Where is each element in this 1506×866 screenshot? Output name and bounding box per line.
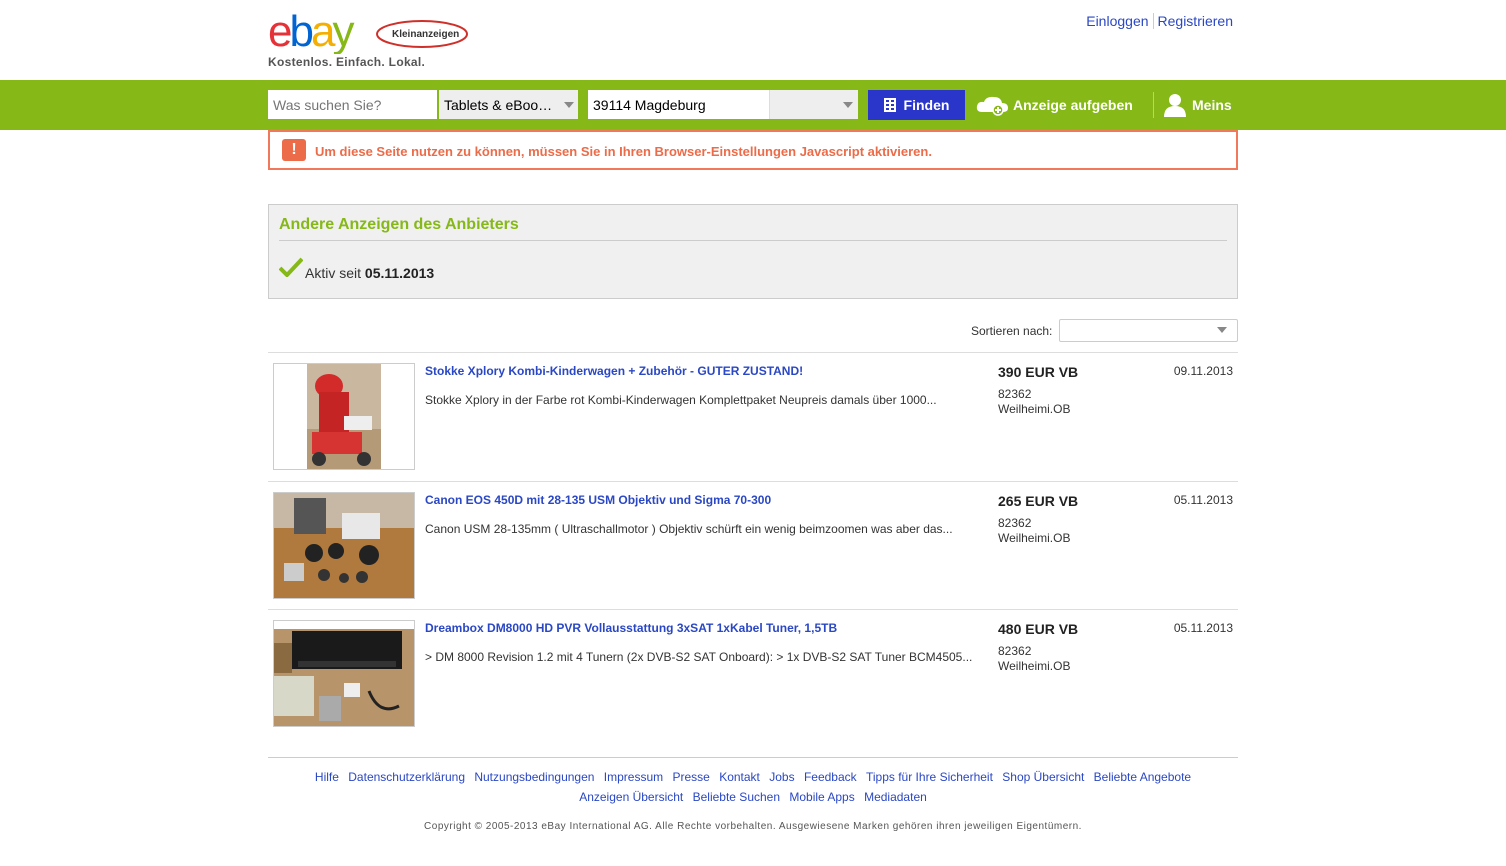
listing-thumbnail[interactable]: [273, 363, 415, 470]
sort-label: Sortieren nach:: [971, 324, 1053, 338]
chevron-down-icon: [843, 102, 853, 108]
header: ebay Kleinanzeigen Kostenlos. Einfach. L…: [0, 0, 1506, 80]
footer-link-impressum[interactable]: Impressum: [604, 770, 663, 784]
ebay-kleinanzeigen-logo[interactable]: ebay Kleinanzeigen: [268, 7, 473, 56]
tagline: Kostenlos. Einfach. Lokal.: [268, 55, 426, 69]
listing-date: 05.11.2013: [1173, 493, 1233, 507]
javascript-alert: ! Um diese Seite nutzen zu können, müsse…: [268, 130, 1238, 170]
listing-thumbnail[interactable]: [273, 492, 415, 599]
user-icon: [1164, 94, 1186, 117]
listing-city: Weilheimi.OB: [998, 531, 1071, 545]
checkmark-icon: [279, 257, 303, 277]
divider: [1152, 13, 1154, 29]
search-grid-icon: [883, 98, 896, 112]
cloud-plus-icon: [976, 96, 1008, 116]
post-ad-link[interactable]: Anzeige aufgeben: [1013, 97, 1133, 113]
footer-link-jobs[interactable]: Jobs: [769, 770, 794, 784]
warning-icon: !: [282, 139, 306, 161]
footer-link-beliebte-suchen[interactable]: Beliebte Suchen: [693, 790, 780, 804]
footer-link-mediadaten[interactable]: Mediadaten: [864, 790, 927, 804]
find-label: Finden: [903, 97, 950, 113]
register-link[interactable]: Registrieren: [1158, 13, 1233, 29]
footer-links-row1: Hilfe Datenschutzerklärung Nutzungsbedin…: [268, 770, 1238, 784]
footer-link-datenschutz[interactable]: Datenschutzerklärung: [348, 770, 465, 784]
seller-heading: Andere Anzeigen des Anbieters: [279, 216, 519, 233]
active-label: Aktiv seit: [305, 265, 362, 281]
listing-title[interactable]: Canon EOS 450D mit 28-135 USM Objektiv u…: [425, 493, 771, 507]
category-value: Tablets & eBoo…: [444, 97, 553, 113]
alert-message: Um diese Seite nutzen zu können, müssen …: [315, 144, 932, 159]
listing-row[interactable]: Canon EOS 450D mit 28-135 USM Objektiv u…: [268, 481, 1238, 610]
listing-description: > DM 8000 Revision 1.2 mit 4 Tunern (2x …: [425, 650, 973, 664]
listing-city: Weilheimi.OB: [998, 659, 1071, 673]
listing-description: Stokke Xplory in der Farbe rot Kombi-Kin…: [425, 393, 937, 407]
listing-date: 05.11.2013: [1173, 621, 1233, 635]
listing-row[interactable]: Stokke Xplory Kombi-Kinderwagen + Zubehö…: [268, 352, 1238, 481]
listing-title[interactable]: Dreambox DM8000 HD PVR Vollausstattung 3…: [425, 621, 837, 635]
footer-link-shop-uebersicht[interactable]: Shop Übersicht: [1002, 770, 1084, 784]
footer-link-feedback[interactable]: Feedback: [804, 770, 857, 784]
listing-zip: 82362: [998, 516, 1032, 530]
active-date: 05.11.2013: [364, 265, 435, 281]
logo-badge: Kleinanzeigen: [392, 29, 460, 40]
copyright: Copyright © 2005-2013 eBay International…: [424, 821, 1082, 832]
footer-link-mobile-apps[interactable]: Mobile Apps: [789, 790, 854, 804]
footer-link-anzeigen-uebersicht[interactable]: Anzeigen Übersicht: [579, 790, 683, 804]
listing-row[interactable]: Dreambox DM8000 HD PVR Vollausstattung 3…: [268, 609, 1238, 738]
divider: [1153, 92, 1154, 118]
find-button[interactable]: Finden: [868, 90, 965, 120]
listing-zip: 82362: [998, 387, 1032, 401]
listing-description: Canon USM 28-135mm ( Ultraschallmotor ) …: [425, 522, 953, 536]
seller-panel: Andere Anzeigen des Anbieters Aktiv seit…: [268, 204, 1238, 299]
mine-link[interactable]: Meins: [1192, 97, 1232, 113]
listing-price: 390 EUR VB: [998, 364, 1079, 380]
footer-divider: [268, 757, 1238, 758]
location-input[interactable]: 39114 Magdeburg: [588, 90, 769, 119]
footer-links-row2: Anzeigen Übersicht Beliebte Suchen Mobil…: [268, 790, 1238, 804]
footer-link-presse[interactable]: Presse: [672, 770, 709, 784]
divider: [279, 240, 1227, 241]
footer-link-hilfe[interactable]: Hilfe: [315, 770, 339, 784]
login-link[interactable]: Einloggen: [1086, 13, 1148, 29]
listing-thumbnail[interactable]: [273, 620, 415, 727]
listing-title[interactable]: Stokke Xplory Kombi-Kinderwagen + Zubehö…: [425, 364, 803, 378]
listing-date: 09.11.2013: [1173, 364, 1233, 378]
chevron-down-icon: [1217, 327, 1227, 333]
listing-city: Weilheimi.OB: [998, 402, 1071, 416]
account-links: Einloggen Registrieren: [1086, 13, 1233, 29]
footer-link-beliebte-angebote[interactable]: Beliebte Angebote: [1094, 770, 1191, 784]
listing-price: 265 EUR VB: [998, 493, 1079, 509]
category-select[interactable]: Tablets & eBoo…: [439, 90, 578, 119]
search-input[interactable]: [268, 90, 437, 119]
footer-link-kontakt[interactable]: Kontakt: [719, 770, 760, 784]
listing-zip: 82362: [998, 644, 1032, 658]
chevron-down-icon: [564, 102, 574, 108]
listing-price: 480 EUR VB: [998, 621, 1079, 637]
active-since: Aktiv seit 05.11.2013: [305, 265, 434, 281]
footer-link-sicherheit[interactable]: Tipps für Ihre Sicherheit: [866, 770, 993, 784]
svg-text:ebay: ebay: [268, 8, 354, 54]
sort-select[interactable]: [1059, 319, 1238, 342]
footer-link-nutzungsbedingungen[interactable]: Nutzungsbedingungen: [474, 770, 594, 784]
